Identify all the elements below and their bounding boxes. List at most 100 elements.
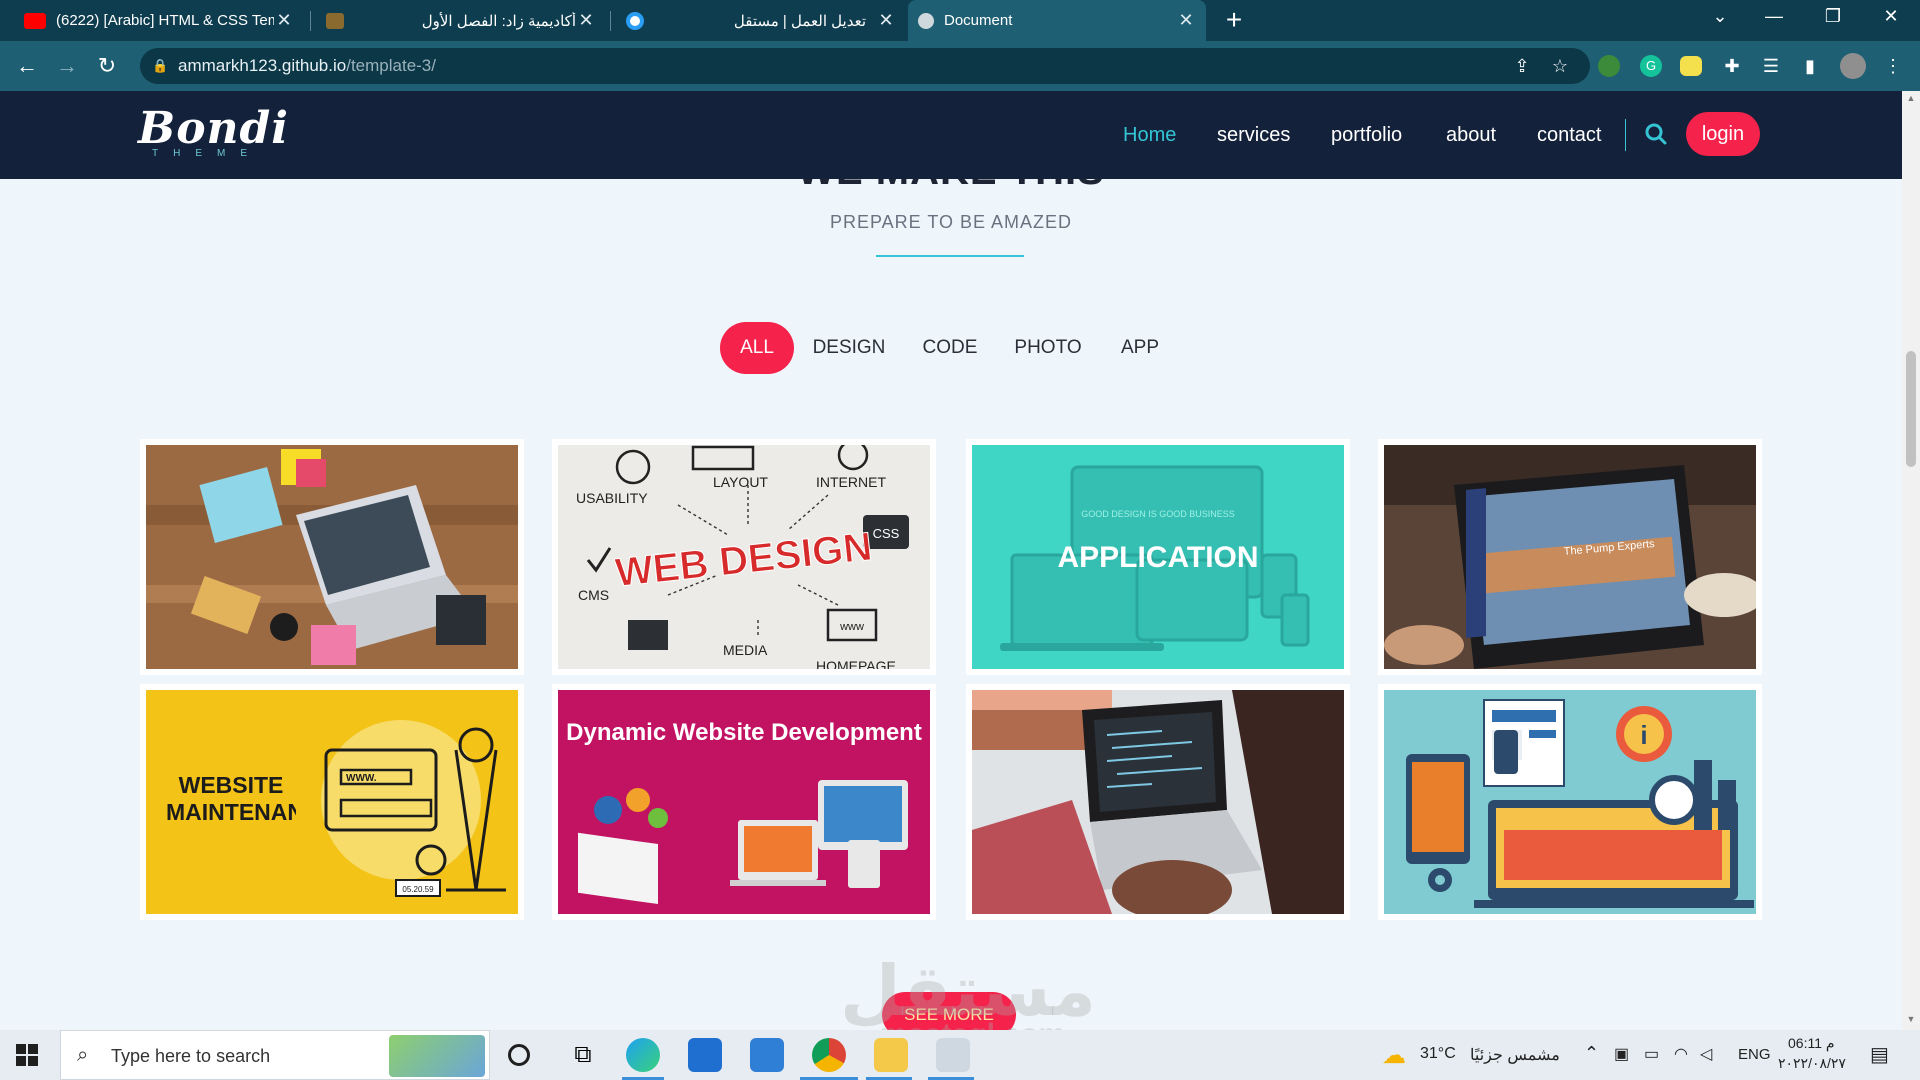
minimize-icon[interactable]: — bbox=[1754, 6, 1794, 27]
store-icon[interactable] bbox=[688, 1038, 722, 1072]
portfolio-filters: ALL DESIGN CODE PHOTO APP bbox=[0, 322, 1902, 374]
url-domain: ammarkh123.github.io bbox=[178, 56, 347, 75]
taskbar-search-box[interactable]: ⌕ Type here to search bbox=[60, 1030, 490, 1080]
volume-icon[interactable]: ◁ bbox=[1700, 1044, 1712, 1064]
tab-title: أكاديمية زاد: الفصل الأول bbox=[421, 12, 576, 30]
filter-design[interactable]: DESIGN bbox=[808, 322, 890, 374]
web-design-image: CSS www USABILITY LAYOUT INTERNET CMS ME… bbox=[558, 445, 930, 669]
css-label: CSS bbox=[873, 526, 900, 541]
browser-tab-document[interactable]: Document ✕ bbox=[908, 0, 1206, 41]
battery-icon[interactable]: ▭ bbox=[1644, 1044, 1659, 1064]
internet-label: INTERNET bbox=[816, 474, 886, 490]
filter-code[interactable]: CODE bbox=[912, 322, 988, 374]
nav-link-home[interactable]: Home bbox=[1123, 124, 1176, 147]
clock-time[interactable]: 06:11 م bbox=[1788, 1035, 1835, 1052]
nav-portfolio[interactable]: portfolio bbox=[1331, 91, 1402, 179]
share-icon[interactable]: ⇪ bbox=[1509, 53, 1535, 79]
back-icon[interactable]: ← bbox=[12, 51, 42, 81]
weather-icon[interactable]: ☁ bbox=[1382, 1041, 1406, 1070]
filter-all[interactable]: ALL bbox=[720, 322, 794, 374]
wifi-icon[interactable]: ◠ bbox=[1674, 1044, 1688, 1064]
scroll-down-icon[interactable]: ▼ bbox=[1902, 1014, 1920, 1028]
page-scrollbar[interactable]: ▲ ▼ bbox=[1902, 91, 1920, 1030]
layout-label: LAYOUT bbox=[713, 474, 768, 490]
bookmark-star-icon[interactable]: ☆ bbox=[1547, 53, 1573, 79]
url-path: /template-3/ bbox=[346, 56, 436, 75]
reload-icon[interactable]: ↻ bbox=[92, 51, 122, 81]
side-panel-icon[interactable]: ▮ bbox=[1797, 53, 1823, 79]
scroll-up-icon[interactable]: ▲ bbox=[1902, 93, 1920, 107]
homepage-label: HOMEPAGE bbox=[816, 658, 896, 669]
edge-icon[interactable] bbox=[626, 1038, 660, 1072]
windows-taskbar: ⌕ Type here to search ⧉ ☁ 31°C مشمس جزئي… bbox=[0, 1030, 1920, 1080]
menu-kebab-icon[interactable]: ⋮ bbox=[1880, 53, 1906, 79]
close-icon[interactable]: ✕ bbox=[1176, 10, 1196, 31]
nav-link-about[interactable]: about bbox=[1446, 124, 1496, 147]
nav-link-contact[interactable]: contact bbox=[1537, 124, 1601, 147]
portfolio-item[interactable] bbox=[140, 439, 524, 675]
profile-avatar[interactable] bbox=[1840, 53, 1866, 79]
portfolio-item[interactable]: Dynamic Website Development bbox=[552, 684, 936, 920]
file-explorer-icon[interactable] bbox=[874, 1038, 908, 1072]
cortana-icon[interactable] bbox=[508, 1044, 530, 1066]
laptop-site-image: The Pump Experts bbox=[1384, 445, 1756, 669]
site-logo[interactable]: Bondi THEME bbox=[138, 103, 289, 159]
nav-link-portfolio[interactable]: portfolio bbox=[1331, 124, 1402, 147]
new-tab-button[interactable]: + bbox=[1218, 4, 1250, 36]
nav-link-services[interactable]: services bbox=[1217, 124, 1290, 147]
scroll-thumb[interactable] bbox=[1906, 351, 1916, 467]
weather-temp[interactable]: 31°C bbox=[1420, 1045, 1456, 1063]
portfolio-item[interactable]: The Pump Experts bbox=[1378, 439, 1762, 675]
browser-tab-mostaql[interactable]: تعديل العمل | مستقل ✕ bbox=[616, 0, 906, 41]
nav-home[interactable]: Home bbox=[1123, 91, 1176, 179]
notes-extension-icon[interactable] bbox=[1680, 56, 1702, 76]
browser-tab-zad[interactable]: ✕ أكاديمية زاد: الفصل الأول bbox=[316, 0, 606, 41]
nav-about[interactable]: about bbox=[1446, 91, 1496, 179]
section-title: WE MAKE THIS bbox=[0, 179, 1902, 194]
maximize-icon[interactable]: ❐ bbox=[1813, 6, 1853, 27]
login-button[interactable]: login bbox=[1686, 112, 1760, 156]
forward-icon[interactable]: → bbox=[52, 51, 82, 81]
windows-start-icon[interactable] bbox=[16, 1044, 38, 1066]
nav-contact[interactable]: contact bbox=[1537, 91, 1601, 179]
desk-workspace-image bbox=[146, 445, 518, 669]
portfolio-item[interactable]: CSS www USABILITY LAYOUT INTERNET CMS ME… bbox=[552, 439, 936, 675]
grammarly-icon[interactable]: G bbox=[1640, 55, 1662, 77]
extensions-puzzle-icon[interactable]: ✚ bbox=[1719, 53, 1745, 79]
media-queue-icon[interactable]: ☰ bbox=[1758, 53, 1784, 79]
filter-app[interactable]: APP bbox=[1108, 322, 1172, 374]
close-icon[interactable]: ✕ bbox=[876, 10, 896, 31]
notification-icon[interactable]: ▤ bbox=[1870, 1042, 1889, 1067]
clock-date[interactable]: ٢٠٢٢/٠٨/٢٧ bbox=[1778, 1055, 1846, 1072]
tab-search-icon[interactable]: ⌄ bbox=[1700, 6, 1740, 27]
mostaql-icon bbox=[626, 11, 644, 30]
portfolio-item[interactable]: GOOD DESIGN IS GOOD BUSINESS APPLICATION bbox=[966, 439, 1350, 675]
portfolio-item[interactable]: WWW. 05.20.59 WEBSITE MAINTENANCE bbox=[140, 684, 524, 920]
language-indicator[interactable]: ENG bbox=[1738, 1046, 1771, 1063]
tab-title: (6222) [Arabic] HTML & CSS Tem bbox=[56, 12, 274, 29]
dynamic-website-image: Dynamic Website Development bbox=[558, 690, 930, 914]
weather-text[interactable]: مشمس جزئيًا bbox=[1470, 1045, 1560, 1065]
window-close-icon[interactable]: ✕ bbox=[1871, 6, 1911, 27]
paint-icon[interactable] bbox=[936, 1038, 970, 1072]
nav-services[interactable]: services bbox=[1217, 91, 1290, 179]
portfolio-item[interactable] bbox=[966, 684, 1350, 920]
search-icon: ⌕ bbox=[77, 1044, 89, 1066]
close-icon[interactable]: ✕ bbox=[274, 10, 294, 31]
address-bar[interactable]: 🔒 ammarkh123.github.io/template-3/ bbox=[140, 48, 1590, 84]
search-icon[interactable] bbox=[1643, 121, 1669, 147]
tray-device-icon[interactable]: ▣ bbox=[1614, 1044, 1629, 1064]
extension-icon[interactable] bbox=[1598, 55, 1620, 77]
filter-photo[interactable]: PHOTO bbox=[1008, 322, 1088, 374]
application-small-text: GOOD DESIGN IS GOOD BUSINESS bbox=[1081, 509, 1235, 519]
mail-icon[interactable] bbox=[750, 1038, 784, 1072]
tray-chevron-icon[interactable]: ⌃ bbox=[1584, 1043, 1599, 1064]
portfolio-item[interactable]: i bbox=[1378, 684, 1762, 920]
close-icon[interactable]: ✕ bbox=[576, 10, 596, 31]
application-image: GOOD DESIGN IS GOOD BUSINESS APPLICATION bbox=[972, 445, 1344, 669]
portfolio-section: WE MAKE THIS PREPARE TO BE AMAZED ALL DE… bbox=[0, 179, 1902, 1030]
task-view-icon[interactable]: ⧉ bbox=[566, 1038, 600, 1072]
chrome-icon[interactable] bbox=[812, 1038, 846, 1072]
browser-tab-youtube[interactable]: (6222) [Arabic] HTML & CSS Tem ✕ bbox=[14, 0, 304, 41]
tab-separator bbox=[310, 11, 311, 31]
